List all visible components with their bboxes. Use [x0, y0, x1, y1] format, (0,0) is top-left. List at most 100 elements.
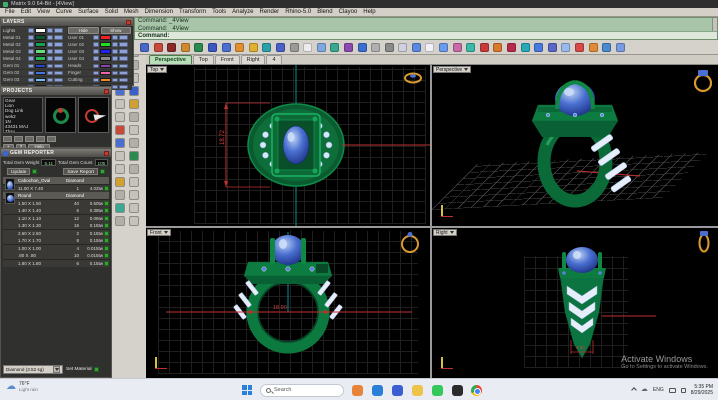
toolbar-icon[interactable]	[262, 43, 271, 52]
menu-item[interactable]: Mesh	[124, 9, 139, 15]
layer-row[interactable]: User 02	[67, 41, 132, 48]
toolbar-icon[interactable]	[344, 43, 353, 52]
onedrive-cloud-icon[interactable]: ☁	[641, 385, 648, 395]
taskbar-app-icon[interactable]	[412, 385, 423, 396]
tool-icon[interactable]	[115, 138, 125, 148]
close-icon[interactable]	[104, 89, 109, 94]
tool-icon[interactable]	[115, 203, 125, 213]
viewport-label-right[interactable]: Right	[433, 229, 457, 236]
checkbox-icon[interactable]	[94, 367, 99, 372]
menu-item[interactable]: View	[37, 9, 50, 15]
layer-row[interactable]: Gem 02	[2, 70, 67, 77]
layer-material-button[interactable]	[119, 56, 128, 61]
layer-material-button[interactable]	[54, 71, 63, 76]
toolbar-icon[interactable]	[398, 43, 407, 52]
menu-item[interactable]: Surface	[78, 9, 99, 15]
layer-material-button[interactable]	[54, 42, 63, 47]
material-dropdown[interactable]: Diamond (3.52 sg)	[3, 365, 63, 374]
layer-row[interactable]: Metal 03	[2, 48, 67, 55]
layer-row[interactable]: Heads	[67, 62, 132, 69]
layer-visibility-button[interactable]	[93, 64, 99, 69]
viewport-perspective[interactable]: Perspective	[432, 65, 718, 226]
viewport-tab[interactable]: Front	[215, 55, 240, 64]
layer-material-button[interactable]	[54, 78, 63, 83]
nav-button[interactable]	[3, 136, 12, 142]
row-checkbox-icon[interactable]	[104, 216, 109, 221]
checkbox-icon[interactable]	[100, 169, 105, 174]
layer-visibility-button[interactable]	[28, 64, 34, 69]
toolbar-icon[interactable]	[222, 43, 231, 52]
gem-table-row[interactable]: .80 X .80 10 0.015tw	[3, 252, 109, 259]
gem-table-row[interactable]: 2.60 X 2.60 2 0.15tw	[3, 230, 109, 237]
toolbar-icon[interactable]	[439, 43, 448, 52]
toolbar-icon[interactable]	[167, 43, 176, 52]
volume-icon[interactable]	[681, 388, 686, 393]
layer-color-swatch[interactable]	[100, 78, 111, 83]
tool-icon[interactable]	[115, 112, 125, 122]
menu-item[interactable]: File	[5, 9, 15, 15]
toolbar-icon[interactable]	[466, 43, 475, 52]
toolbar-icon[interactable]	[235, 43, 244, 52]
layer-visibility-button[interactable]	[93, 42, 99, 47]
tool-icon[interactable]	[115, 151, 125, 161]
layer-color-swatch[interactable]	[100, 35, 111, 40]
layer-color-swatch[interactable]	[100, 42, 111, 47]
taskbar-app-icon[interactable]	[352, 385, 363, 396]
taskbar-app-icon[interactable]	[452, 385, 463, 396]
tool-icon[interactable]	[129, 216, 139, 226]
layer-lock-button[interactable]	[47, 28, 53, 33]
row-checkbox-icon[interactable]	[104, 201, 109, 206]
layer-color-swatch[interactable]	[100, 71, 111, 76]
layer-row[interactable]: Metal 04	[2, 55, 67, 62]
layer-color-swatch[interactable]	[35, 49, 46, 54]
nav-button[interactable]	[47, 136, 56, 142]
gem-table-row[interactable]: 1.30 X 1.30 16 0.15tw	[3, 222, 109, 229]
layer-row[interactable]: User 04	[67, 55, 132, 62]
menu-item[interactable]: Curve	[56, 9, 72, 15]
layer-row[interactable]: Cutting	[67, 77, 132, 84]
hide-button[interactable]: Hide	[68, 27, 99, 34]
layer-material-button[interactable]	[119, 78, 128, 83]
battery-icon[interactable]	[669, 388, 676, 393]
close-icon[interactable]	[126, 20, 131, 25]
nav-button[interactable]	[25, 136, 34, 142]
gem-table-row[interactable]: 1.10 X 1.10 12 0.06tw	[3, 215, 109, 222]
tool-icon[interactable]	[115, 190, 125, 200]
layer-visibility-button[interactable]	[28, 78, 34, 83]
row-checkbox-icon[interactable]	[104, 223, 109, 228]
close-icon[interactable]	[104, 151, 109, 156]
layer-color-swatch[interactable]	[35, 78, 46, 83]
project-thumbnail-1[interactable]	[45, 97, 76, 133]
layer-material-button[interactable]	[119, 42, 128, 47]
viewport-top[interactable]: 18.72 Top	[146, 65, 430, 226]
toolbar-icon[interactable]	[425, 43, 434, 52]
toolbar-icon[interactable]	[140, 43, 149, 52]
layer-row[interactable]: User 01	[67, 34, 132, 41]
taskbar-clock[interactable]: 5:35 PM 8/29/2025	[691, 384, 713, 396]
menu-item[interactable]: Analyze	[232, 9, 253, 15]
layer-lock-button[interactable]	[47, 56, 53, 61]
gem-table-row[interactable]: 1.40 X 1.40 6 0.38tw	[3, 207, 109, 214]
tool-icon[interactable]	[129, 203, 139, 213]
set-material-button[interactable]: Set Material	[66, 367, 99, 372]
menu-item[interactable]: Render	[260, 9, 280, 15]
update-button[interactable]: Update	[7, 168, 37, 175]
layer-material-button[interactable]	[119, 49, 128, 54]
layer-material-button[interactable]	[119, 64, 128, 69]
tool-icon[interactable]	[129, 151, 139, 161]
viewport-label-front[interactable]: Front	[147, 229, 171, 236]
toolbar-icon[interactable]	[249, 43, 258, 52]
layer-row[interactable]: User 03	[67, 48, 132, 55]
tool-icon[interactable]	[129, 190, 139, 200]
layer-color-swatch[interactable]	[35, 35, 46, 40]
toolbar-icon[interactable]	[303, 43, 312, 52]
toolbar-icon[interactable]	[507, 43, 516, 52]
layer-lock-button[interactable]	[112, 85, 118, 90]
taskbar-app-icon[interactable]	[432, 385, 443, 396]
layer-visibility-button[interactable]	[93, 71, 99, 76]
start-button[interactable]	[242, 385, 252, 395]
toolbar-icon[interactable]	[493, 43, 502, 52]
toolbar-icon[interactable]	[181, 43, 190, 52]
toolbar-icon[interactable]	[534, 43, 543, 52]
layer-lock-button[interactable]	[112, 56, 118, 61]
